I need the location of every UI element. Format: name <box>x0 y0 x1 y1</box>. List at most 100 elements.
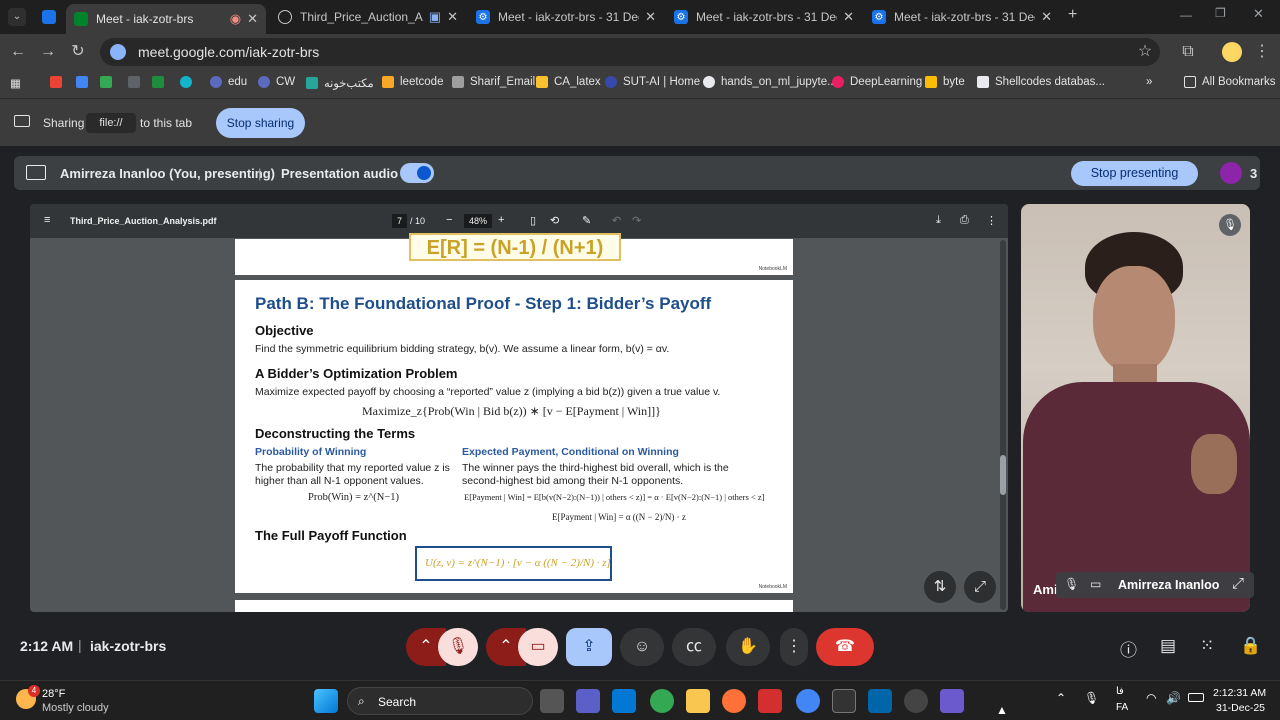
reactions-button[interactable]: ☺ <box>620 628 664 666</box>
more-options-button[interactable]: ⋮ <box>780 628 808 666</box>
leave-call-button[interactable]: ☎ <box>816 628 874 666</box>
stop-presenting-button[interactable]: Stop presenting <box>1071 161 1198 186</box>
battery-icon[interactable] <box>1188 693 1204 702</box>
video-muted-mic-icon[interactable]: 🎙 <box>1219 214 1241 236</box>
raise-hand-button[interactable]: ✋ <box>726 628 770 666</box>
chrome-alt-icon[interactable] <box>796 689 820 713</box>
bookmark-star-icon[interactable]: ☆ <box>1135 42 1155 62</box>
bookmark-hands-on-ml[interactable]: hands_on_ml_jupyte... <box>703 76 837 88</box>
pdf-scrollbar[interactable] <box>1000 240 1006 610</box>
drive-bookmark[interactable] <box>100 76 118 88</box>
teams-icon[interactable] <box>576 689 600 713</box>
pin-expand-icon[interactable]: ⤢ <box>1232 575 1244 592</box>
close-tab-icon[interactable]: ✕ <box>247 11 258 27</box>
maximize-button[interactable]: ❐ <box>1215 6 1226 20</box>
more-bookmarks-icon[interactable]: » <box>1146 76 1152 88</box>
reload-button[interactable]: ↻ <box>68 42 88 62</box>
bookmark-shellcodes[interactable]: Shellcodes databas... <box>977 76 1105 88</box>
apps-icon[interactable]: ▦ <box>10 76 21 90</box>
chat-icon[interactable]: ▤ <box>1160 636 1176 656</box>
file-explorer-icon[interactable] <box>686 689 710 713</box>
bookmark-ca-latex[interactable]: CA_latex <box>536 76 601 88</box>
bookmark-edu[interactable]: edu <box>210 76 247 88</box>
page-input[interactable]: 7 <box>392 214 408 228</box>
gmail-bookmark[interactable] <box>50 76 68 88</box>
calendar-bookmark[interactable] <box>76 76 94 88</box>
store-icon[interactable] <box>612 689 636 713</box>
start-button[interactable] <box>314 689 338 713</box>
firefox-icon[interactable] <box>722 689 746 713</box>
new-tab-button[interactable]: + <box>1068 6 1077 24</box>
redo-icon[interactable]: ↷ <box>632 214 641 227</box>
rotate-icon[interactable]: ⟲ <box>550 214 559 227</box>
site-info-icon[interactable] <box>110 44 126 60</box>
extensions-icon[interactable]: ⧉ <box>1178 42 1198 62</box>
chrome-icon[interactable] <box>650 689 674 713</box>
bookmark-maktab[interactable]: مکتب‌خونه <box>306 76 374 90</box>
close-window-button[interactable]: ✕ <box>1253 6 1264 22</box>
microphone-tray-icon[interactable]: 🎙 <box>1084 691 1099 705</box>
expand-icon[interactable]: ⤢ <box>964 571 996 603</box>
zoom-out-icon[interactable]: − <box>446 214 452 226</box>
host-controls-icon[interactable]: 🔒 <box>1240 636 1261 656</box>
participants-avatar[interactable] <box>1220 162 1242 184</box>
bookmark-leetcode[interactable]: leetcode <box>382 76 443 88</box>
mic-toggle-button[interactable]: 🎙 <box>438 628 478 666</box>
pdf-menu-icon[interactable]: ≡ <box>44 214 50 226</box>
c-bookmark[interactable] <box>152 76 170 88</box>
fit-page-icon[interactable]: ▯ <box>530 214 536 227</box>
address-bar[interactable]: meet.google.com/iak-zotr-brs <box>100 38 1160 66</box>
tab-search-button[interactable]: ⌄ <box>8 8 26 26</box>
volume-icon[interactable]: 🔊 <box>1166 691 1181 705</box>
undo-icon[interactable]: ↶ <box>612 214 621 227</box>
bookmark-byte[interactable]: byte <box>925 76 965 88</box>
tab-meet-2[interactable]: ⚙ Meet - iak-zotr-brs - 31 Decem ✕ <box>468 4 664 30</box>
close-tab-icon[interactable]: ✕ <box>1041 9 1052 25</box>
tab-pdf[interactable]: Third_Price_Auction_Analys ▣ ✕ <box>270 4 466 30</box>
swap-view-icon[interactable]: ⇅ <box>924 571 956 603</box>
meet-tab-icon[interactable] <box>42 10 56 24</box>
terminal-icon[interactable] <box>832 689 856 713</box>
taskbar-search[interactable]: ⌕ Search <box>347 687 533 715</box>
zoom-in-icon[interactable]: + <box>498 214 504 226</box>
r-bookmark[interactable] <box>180 76 198 88</box>
vscode-icon[interactable] <box>868 689 892 713</box>
wifi-icon[interactable]: ◠ <box>1146 691 1156 705</box>
meeting-info-icon[interactable]: ⓘ <box>1120 636 1137 661</box>
close-tab-icon[interactable]: ✕ <box>843 9 854 25</box>
menu-icon[interactable]: ⋮ <box>1252 42 1272 62</box>
weather-temp[interactable]: 28°F <box>42 688 65 700</box>
print-icon[interactable]: ⎙ <box>960 214 969 227</box>
all-bookmarks[interactable]: All Bookmarks <box>1184 76 1276 88</box>
minimize-button[interactable]: — <box>1180 8 1192 22</box>
profile-avatar[interactable] <box>1222 42 1242 62</box>
cs-bookmark[interactable] <box>128 76 146 88</box>
tab-meet-3[interactable]: ⚙ Meet - iak-zotr-brs - 31 Decem ✕ <box>666 4 862 30</box>
bookmark-deeplearning[interactable]: DeepLearning <box>832 76 922 88</box>
back-button[interactable]: ← <box>8 42 28 62</box>
bookmark-sut-ai[interactable]: SUT-AI | Home <box>605 76 700 88</box>
tab-meet-active[interactable]: Meet - iak-zotr-brs ◉ ✕ <box>66 4 266 34</box>
captions-button[interactable]: ㏄ <box>672 628 716 666</box>
close-tab-icon[interactable]: ✕ <box>645 9 656 25</box>
zoom-level[interactable]: 48% <box>464 214 493 228</box>
bookmark-cw[interactable]: CW <box>258 76 295 88</box>
bookmark-sharif-email[interactable]: Sharif_Email <box>452 76 535 88</box>
self-video-tile[interactable]: 🎙 Ami <box>1021 204 1250 612</box>
snipping-icon[interactable] <box>940 689 964 713</box>
obs-icon[interactable] <box>904 689 928 713</box>
forward-button[interactable]: → <box>38 42 58 62</box>
close-tab-icon[interactable]: ✕ <box>447 9 458 25</box>
acrobat-icon[interactable] <box>758 689 782 713</box>
download-icon[interactable]: ⤓ <box>936 214 941 227</box>
presentation-audio-toggle[interactable] <box>400 163 434 183</box>
annotate-icon[interactable]: ✎ <box>582 214 591 227</box>
task-view-icon[interactable] <box>540 689 564 713</box>
language-fa[interactable]: فا <box>1116 686 1124 697</box>
scrollbar-thumb[interactable] <box>1000 455 1006 495</box>
activities-icon[interactable]: ⁙ <box>1200 636 1214 656</box>
clock-time[interactable]: 2:12:31 AM <box>1213 687 1266 699</box>
share-tab-label[interactable]: to this tab <box>140 116 192 130</box>
present-button[interactable]: ⇪ <box>566 628 612 666</box>
more-options-icon[interactable]: ⋮ <box>986 214 997 227</box>
